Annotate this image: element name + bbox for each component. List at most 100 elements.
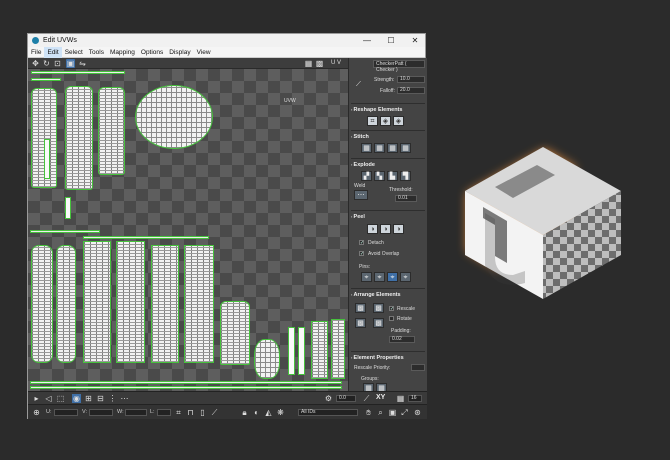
quick-peel-icon[interactable]: ◑: [367, 224, 378, 234]
stitch-custom-icon[interactable]: ▦: [361, 143, 372, 153]
uv-shell[interactable]: [65, 86, 93, 190]
select-pins-icon[interactable]: ⌖: [400, 272, 411, 282]
uv-shell[interactable]: [30, 230, 100, 233]
paint-icon[interactable]: ◭: [264, 408, 273, 417]
flatten-icon[interactable]: ◈: [393, 116, 404, 126]
rescale-priority-spinner[interactable]: [411, 364, 425, 371]
xy-label[interactable]: XY: [376, 394, 385, 401]
pan-icon[interactable]: ✋︎: [364, 408, 373, 417]
edge-select-icon[interactable]: ⬚: [56, 394, 65, 403]
minimize-button[interactable]: —: [356, 34, 378, 47]
menu-mapping[interactable]: Mapping: [107, 47, 138, 58]
uv-shell[interactable]: [83, 236, 209, 239]
w-field[interactable]: [125, 409, 147, 416]
edit-icon[interactable]: ⟋: [362, 394, 371, 403]
pack-together-icon[interactable]: ▩: [355, 318, 366, 328]
menu-edit[interactable]: Edit: [44, 47, 62, 58]
brush-settings-icon[interactable]: ⟋: [210, 408, 219, 417]
stitch-average-icon[interactable]: ▦: [387, 143, 398, 153]
filter-id-combo[interactable]: All IDs: [298, 409, 358, 416]
break-icon[interactable]: ▞: [361, 171, 372, 181]
stitch-target-icon[interactable]: ▦: [400, 143, 411, 153]
maximize-button[interactable]: ☐: [380, 34, 402, 47]
stitch-title[interactable]: Stitch: [351, 134, 369, 140]
zoom-extents-icon[interactable]: ⤢: [400, 408, 409, 417]
rescale-elements-icon[interactable]: ▩: [373, 318, 384, 328]
weld-button[interactable]: ⋯: [354, 190, 368, 200]
detach-edges-icon[interactable]: ▚: [374, 171, 385, 181]
zoom-icon[interactable]: ⌕: [376, 408, 385, 417]
ungroup-icon[interactable]: ▦: [376, 383, 387, 391]
shrink-icon[interactable]: ⊟: [96, 394, 105, 403]
reset-peel-icon[interactable]: ◑: [393, 224, 404, 234]
group-icon[interactable]: ▦: [363, 383, 374, 391]
uv-editor-viewport[interactable]: UVW: [28, 69, 348, 391]
menu-select[interactable]: Select: [62, 47, 86, 58]
uv-shell[interactable]: [151, 245, 179, 363]
uv-shell[interactable]: [184, 245, 214, 363]
peel-title[interactable]: Peel: [351, 214, 365, 220]
pack-custom-icon[interactable]: ▩: [355, 303, 366, 313]
padding-spinner[interactable]: 0.02: [389, 336, 415, 343]
mirror-icon[interactable]: ⇋: [78, 59, 87, 68]
paint-select-icon[interactable]: ◁: [44, 394, 53, 403]
menu-tools[interactable]: Tools: [86, 47, 107, 58]
grid-spinner[interactable]: 16: [408, 395, 422, 402]
uv-shell[interactable]: [298, 327, 305, 375]
uv-shell[interactable]: [311, 321, 328, 379]
zoom-region-icon[interactable]: ▣: [388, 408, 397, 417]
reshape-elements-title[interactable]: Reshape Elements: [351, 107, 403, 113]
detach-checkbox[interactable]: ✓: [359, 240, 364, 246]
pin-icon[interactable]: ⌖: [361, 272, 372, 282]
soft-select-icon[interactable]: ⚙: [324, 394, 333, 403]
sync-icon[interactable]: ❋: [276, 408, 285, 417]
uv-shell[interactable]: [31, 245, 53, 363]
snap-icon[interactable]: ⊛: [413, 408, 422, 417]
uv-axis-label[interactable]: U V: [331, 60, 341, 66]
show-map-icon[interactable]: ◐: [252, 408, 261, 417]
uv-shell[interactable]: [220, 301, 250, 365]
absolute-mode-icon[interactable]: ⊕: [32, 408, 41, 417]
menu-display[interactable]: Display: [166, 47, 193, 58]
rotate-checkbox[interactable]: [389, 316, 394, 321]
threshold-spinner[interactable]: 0.01: [395, 195, 417, 202]
move-icon[interactable]: ✥: [31, 59, 40, 68]
menu-options[interactable]: Options: [138, 47, 166, 58]
uv-shell[interactable]: [44, 139, 50, 179]
explode-icon[interactable]: ▙: [387, 171, 398, 181]
scale-icon[interactable]: ⊡: [53, 59, 62, 68]
lock-selection-icon[interactable]: ⌗: [174, 408, 183, 417]
uv-shell[interactable]: [30, 386, 342, 389]
select-arrow-icon[interactable]: ▸: [32, 394, 41, 403]
uv-shell[interactable]: [331, 319, 345, 379]
uv-shell[interactable]: [30, 381, 342, 384]
brush-icon[interactable]: ⟋: [353, 80, 364, 90]
uv-shell[interactable]: [65, 197, 71, 219]
freeform-icon[interactable]: ▣: [66, 59, 75, 68]
element-properties-title[interactable]: Element Properties: [351, 355, 404, 361]
peel-mode-icon[interactable]: ◑: [380, 224, 391, 234]
uv-shell[interactable]: [116, 241, 145, 363]
pack-normalize-icon[interactable]: ▩: [373, 303, 384, 313]
auto-pin-icon[interactable]: ⌖: [387, 272, 398, 282]
rotate-icon[interactable]: ↻: [42, 59, 51, 68]
soft-select-spinner[interactable]: 0.0: [336, 395, 356, 402]
uv-view-icon[interactable]: ▩: [315, 59, 324, 68]
ring-icon[interactable]: ⋯: [120, 394, 129, 403]
rescale-checkbox[interactable]: ✓: [389, 306, 394, 312]
explode-title[interactable]: Explode: [351, 162, 375, 168]
loop-icon[interactable]: ⋮: [108, 394, 117, 403]
map-combo[interactable]: CheckerPatt ( Checker ): [373, 60, 425, 73]
uv-shell[interactable]: [98, 87, 125, 175]
uv-shell[interactable]: [31, 71, 125, 74]
stitch-source-icon[interactable]: ▦: [374, 143, 385, 153]
flatten-by-icon[interactable]: ▜: [400, 171, 411, 181]
strength-spinner[interactable]: 10.0: [397, 76, 425, 83]
straighten-icon[interactable]: ◈: [380, 116, 391, 126]
filter-icon[interactable]: ⊓: [186, 408, 195, 417]
grid-icon[interactable]: ▦: [396, 394, 405, 403]
relax-icon[interactable]: ⌗: [367, 116, 378, 126]
uv-shell[interactable]: [83, 241, 111, 363]
avoid-overlap-checkbox[interactable]: ✓: [359, 251, 364, 257]
uv-shell[interactable]: [254, 339, 280, 379]
